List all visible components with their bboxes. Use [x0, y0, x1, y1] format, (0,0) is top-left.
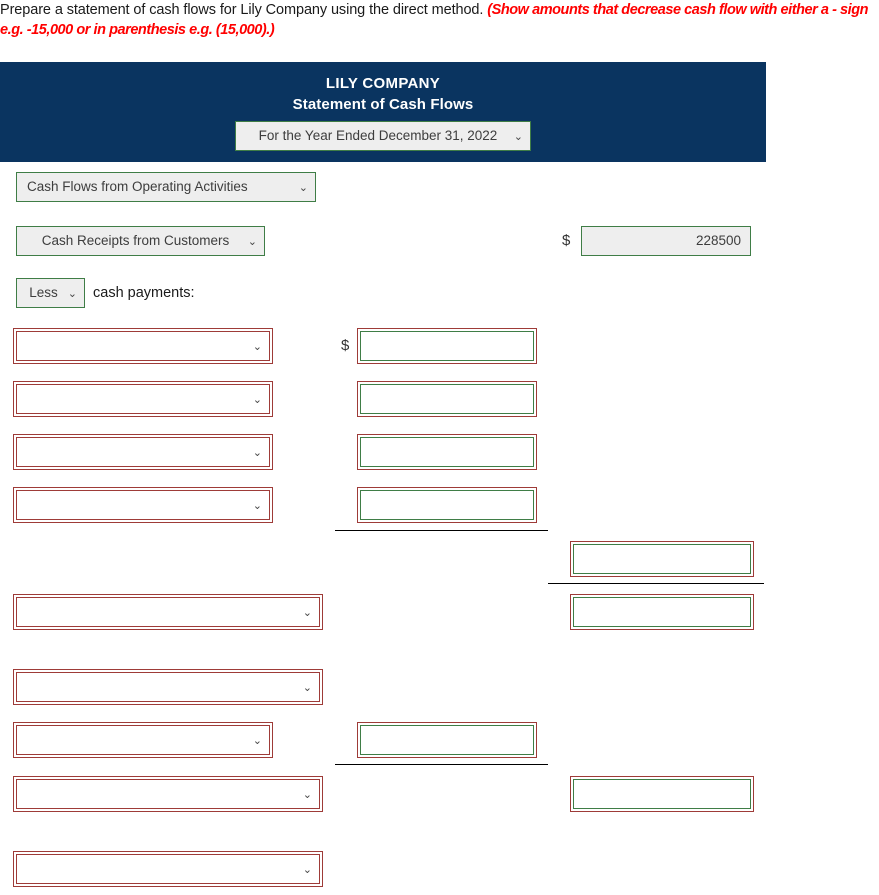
- payment-1-select[interactable]: ⌄: [13, 328, 273, 364]
- cash-receipts-select-value: Cash Receipts from Customers: [41, 233, 230, 248]
- chevron-down-icon: ⌄: [247, 236, 257, 248]
- financing-section-select[interactable]: ⌄: [13, 851, 323, 887]
- less-select[interactable]: Less ⌄: [16, 278, 85, 308]
- investing-item-select[interactable]: ⌄: [13, 722, 273, 758]
- section-header-select-value: Cash Flows from Operating Activities: [27, 179, 248, 194]
- payment-4-select[interactable]: ⌄: [13, 487, 273, 523]
- payment-4-amount-input[interactable]: [357, 487, 537, 523]
- payments-total-input[interactable]: [570, 541, 754, 577]
- net-investing-amount-input[interactable]: [570, 776, 754, 812]
- dollar-sign-receipts: $: [562, 232, 571, 249]
- chevron-down-icon: ⌄: [252, 500, 262, 512]
- statement-header: LILY COMPANY Statement of Cash Flows For…: [0, 62, 766, 162]
- chevron-down-icon: ⌄: [252, 341, 262, 353]
- chevron-down-icon: ⌄: [252, 447, 262, 459]
- payment-2-select[interactable]: ⌄: [13, 381, 273, 417]
- investing-subtotal-rule: [335, 764, 548, 765]
- chevron-down-icon: ⌄: [302, 864, 312, 876]
- chevron-down-icon: ⌄: [252, 394, 262, 406]
- net-operating-select[interactable]: ⌄: [13, 594, 323, 630]
- investing-section-select[interactable]: ⌄: [13, 669, 323, 705]
- statement-title: Statement of Cash Flows: [292, 96, 474, 113]
- payment-1-amount-input[interactable]: [357, 328, 537, 364]
- chevron-down-icon: ⌄: [252, 735, 262, 747]
- dollar-sign-payment-1: $: [341, 337, 350, 354]
- period-select[interactable]: For the Year Ended December 31, 2022 ⌄: [235, 121, 531, 151]
- period-select-value: For the Year Ended December 31, 2022: [258, 128, 498, 143]
- chevron-down-icon: ⌄: [298, 182, 308, 194]
- instruction-main: Prepare a statement of cash flows for Li…: [0, 2, 484, 18]
- cash-receipts-amount-value: 228500: [695, 233, 741, 248]
- section-header-select[interactable]: Cash Flows from Operating Activities ⌄: [16, 172, 316, 202]
- payment-3-select[interactable]: ⌄: [13, 434, 273, 470]
- less-select-value: Less: [29, 285, 58, 300]
- chevron-down-icon: ⌄: [302, 789, 312, 801]
- net-operating-rule: [548, 583, 764, 584]
- company-name: LILY COMPANY: [325, 75, 441, 92]
- payment-3-amount-input[interactable]: [357, 434, 537, 470]
- net-operating-amount-input[interactable]: [570, 594, 754, 630]
- chevron-down-icon: ⌄: [513, 131, 523, 143]
- chevron-down-icon: ⌄: [67, 288, 77, 300]
- investing-item-amount-input[interactable]: [357, 722, 537, 758]
- instruction-text: Prepare a statement of cash flows for Li…: [0, 0, 879, 40]
- payment-2-amount-input[interactable]: [357, 381, 537, 417]
- payments-subtotal-rule: [335, 530, 548, 531]
- cash-receipts-amount-input[interactable]: 228500: [581, 226, 751, 256]
- chevron-down-icon: ⌄: [302, 607, 312, 619]
- chevron-down-icon: ⌄: [302, 682, 312, 694]
- net-investing-select[interactable]: ⌄: [13, 776, 323, 812]
- cash-receipts-select[interactable]: Cash Receipts from Customers ⌄: [16, 226, 265, 256]
- cash-payments-label: cash payments:: [93, 285, 195, 301]
